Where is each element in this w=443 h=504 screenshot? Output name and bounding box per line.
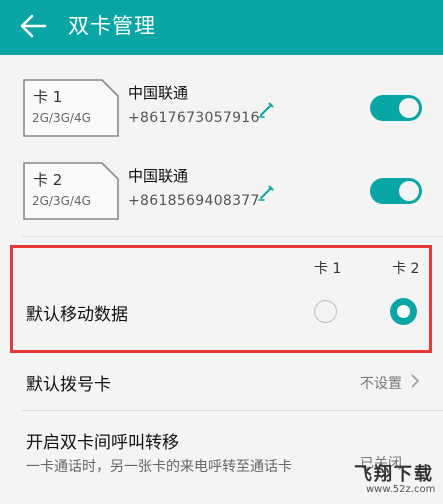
call-forward-description: 一卡通话时，另一张卡的来电呼转至通话卡 <box>26 459 292 475</box>
divider <box>22 410 443 411</box>
default-data-sim-2-radio[interactable] <box>390 298 417 325</box>
sim-card-1-icon: 卡 1 2G/3G/4G <box>22 78 120 138</box>
sim-card-2-icon: 卡 2 2G/3G/4G <box>22 161 120 221</box>
watermark-title: 飞翔下载 <box>354 464 434 485</box>
sim-slot-label: 卡 1 <box>33 88 63 106</box>
sim-carrier: 中国联通 <box>128 167 189 185</box>
default-dial-label: 默认拨号卡 <box>26 375 111 395</box>
sim-2-toggle[interactable] <box>370 178 422 204</box>
highlight-box <box>10 245 432 353</box>
column-label-sim-2: 卡 2 <box>392 261 420 277</box>
default-data-sim-1-radio[interactable] <box>314 300 337 323</box>
toggle-knob <box>399 181 419 201</box>
back-arrow-icon[interactable] <box>18 12 48 40</box>
app-bar: 双卡管理 <box>0 0 443 55</box>
sim-phone-number: +8618569408377 <box>128 193 260 209</box>
sim-bands-label: 2G/3G/4G <box>32 194 91 208</box>
default-dial-value: 不设置 <box>360 376 402 392</box>
toggle-knob <box>399 98 419 118</box>
radio-selected-dot <box>397 305 410 318</box>
sim-carrier: 中国联通 <box>128 84 189 102</box>
sim-phone-number: +8617673057916 <box>128 110 260 126</box>
sim-1-toggle[interactable] <box>370 95 422 121</box>
call-forward-label: 开启双卡间呼叫转移 <box>26 433 179 453</box>
sim-bands-label: 2G/3G/4G <box>32 111 91 125</box>
divider <box>22 236 443 237</box>
edit-pencil-icon[interactable] <box>256 98 278 120</box>
watermark-logo: 飞翔下载 www.52z.com <box>354 460 440 500</box>
sim-row-1: 卡 1 2G/3G/4G 中国联通 +8617673057916 <box>0 68 443 148</box>
watermark-url: www.52z.com <box>366 484 436 495</box>
sim-row-2: 卡 2 2G/3G/4G 中国联通 +8618569408377 <box>0 151 443 231</box>
chevron-right-icon <box>411 374 420 388</box>
default-data-label: 默认移动数据 <box>26 305 128 325</box>
page-title: 双卡管理 <box>68 14 156 38</box>
column-label-sim-1: 卡 1 <box>314 261 342 277</box>
sim-slot-label: 卡 2 <box>33 171 63 189</box>
edit-pencil-icon[interactable] <box>256 181 278 203</box>
